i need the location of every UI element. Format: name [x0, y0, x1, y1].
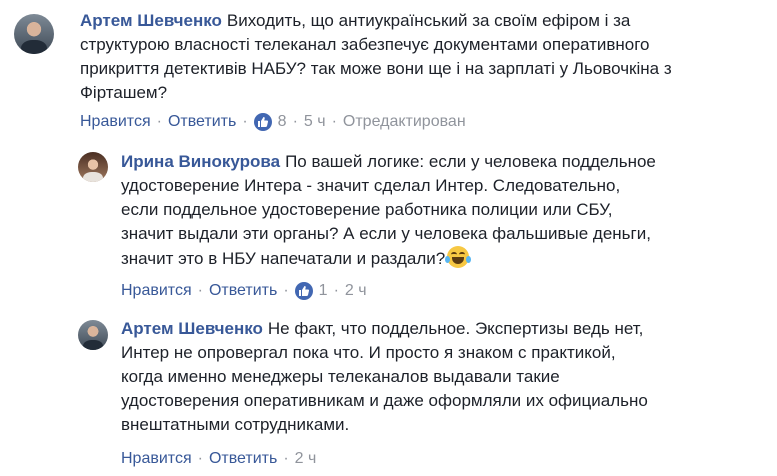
comment-line: когда именно менеджеры телеканалов выдав…	[121, 367, 560, 386]
like-icon[interactable]	[294, 282, 313, 300]
comment-line: структурою власності телеканал забезпечу…	[80, 35, 650, 54]
separator: ·	[292, 113, 298, 130]
reply-button[interactable]: Ответить	[168, 113, 236, 131]
like-button[interactable]: Нравится	[80, 113, 151, 131]
comment-line: прикриття детективів НАБУ? так може вони…	[80, 59, 672, 78]
comment-line: Не факт, что поддельное. Экспертизы ведь…	[267, 319, 644, 338]
edited-label[interactable]: Отредактирован	[343, 113, 466, 131]
separator: ·	[197, 282, 203, 299]
reactions-count[interactable]: 8	[278, 113, 287, 131]
comment-body: Ирина Винокурова По вашей логике: если у …	[121, 150, 771, 271]
comment-line: удостоверения оперативникам и даже оформ…	[121, 391, 648, 410]
comment-line: если поддельное удостоверение работника …	[121, 200, 613, 219]
comment-line: По вашей логике: если у человека поддель…	[285, 152, 656, 171]
separator: ·	[197, 450, 203, 467]
comment-actions: Нравится · Ответить · 8 · 5 ч · Отредакт…	[80, 113, 466, 131]
tears-of-joy-emoji-icon	[445, 246, 472, 268]
like-button[interactable]: Нравится	[121, 450, 192, 468]
separator: ·	[333, 282, 339, 299]
comment-body: Артем Шевченко Не факт, что поддельное. Э…	[121, 317, 771, 437]
reply-button[interactable]: Ответить	[209, 282, 277, 300]
comment-body: Артем Шевченко Виходить, що антиукраїнськ…	[80, 9, 770, 105]
comment-actions: Нравится · Ответить · 1 · 2 ч	[121, 282, 367, 300]
author-name[interactable]: Артем Шевченко	[121, 319, 263, 338]
comment-line: удостоверение Интера - значит сделал Инт…	[121, 176, 621, 195]
separator: ·	[156, 113, 162, 130]
avatar[interactable]	[78, 320, 108, 350]
like-button[interactable]: Нравится	[121, 282, 192, 300]
separator: ·	[283, 450, 289, 467]
separator: ·	[331, 113, 337, 130]
reactions-count[interactable]: 1	[319, 282, 328, 300]
comment-line: значит это в НБУ напечатали и раздали?	[121, 249, 446, 268]
separator: ·	[242, 113, 248, 130]
comment-line: Виходить, що антиукраїнський за своїм еф…	[226, 11, 631, 30]
separator: ·	[283, 282, 289, 299]
like-icon[interactable]	[253, 113, 272, 131]
comment-line: Интер не опровергал пока что. И просто я…	[121, 343, 616, 362]
avatar[interactable]	[14, 14, 54, 54]
avatar[interactable]	[78, 152, 108, 182]
timestamp[interactable]: 2 ч	[345, 282, 367, 300]
comment-line: Фірташем?	[80, 83, 168, 102]
timestamp[interactable]: 2 ч	[295, 450, 317, 468]
reply-button[interactable]: Ответить	[209, 450, 277, 468]
comment-line: значит выдали эти органы? А если у челов…	[121, 224, 651, 243]
author-name[interactable]: Ирина Винокурова	[121, 152, 280, 171]
comment-actions: Нравится · Ответить · 2 ч	[121, 450, 316, 468]
timestamp[interactable]: 5 ч	[304, 113, 326, 131]
comment-line: внештатными сотрудниками.	[121, 415, 350, 434]
author-name[interactable]: Артем Шевченко	[80, 11, 222, 30]
